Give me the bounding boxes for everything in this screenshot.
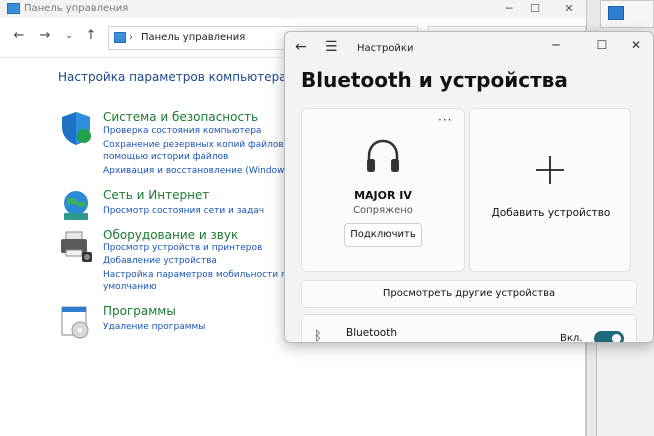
category-link[interactable]: Архивация и восстановление (Windows 7) bbox=[103, 165, 301, 177]
cp-title-bar: Панель управления ─ ☐ ✕ bbox=[0, 0, 586, 18]
category-title[interactable]: Оборудование и звук bbox=[103, 228, 238, 242]
category-link[interactable]: Просмотр устройств и принтеров bbox=[103, 242, 262, 254]
globe-icon bbox=[64, 191, 88, 220]
back-arrow-icon[interactable]: ← bbox=[295, 39, 307, 55]
settings-window: ← ☰ Настройки ─ ☐ ✕ Bluetooth и устройст… bbox=[284, 31, 654, 343]
add-device-label: Добавить устройство bbox=[491, 207, 611, 219]
control-panel-icon bbox=[7, 3, 20, 14]
category-link[interactable]: помощью истории файлов bbox=[103, 151, 228, 163]
minimize-button[interactable]: ─ bbox=[541, 38, 571, 52]
headphones-icon bbox=[367, 139, 399, 172]
bluetooth-state: Вкл. bbox=[560, 333, 583, 343]
cp-window-title: Панель управления bbox=[24, 3, 129, 14]
more-options-icon[interactable]: ··· bbox=[438, 113, 452, 127]
forward-arrow-icon[interactable]: → bbox=[36, 28, 54, 43]
category-title[interactable]: Программы bbox=[103, 304, 176, 318]
close-button[interactable]: ✕ bbox=[621, 38, 651, 52]
back-arrow-icon[interactable]: ← bbox=[10, 28, 28, 43]
bluetooth-toggle[interactable] bbox=[594, 331, 624, 342]
category-link[interactable]: Добавление устройства bbox=[103, 255, 217, 267]
connect-button[interactable]: Подключить bbox=[344, 223, 422, 247]
plus-icon bbox=[536, 156, 564, 184]
category-title[interactable]: Система и безопасность bbox=[103, 110, 258, 124]
category-link[interactable]: Удаление программы bbox=[103, 321, 205, 333]
device-card[interactable]: ··· MAJOR IV Сопряжено Подключить bbox=[301, 108, 465, 272]
cp-page-heading: Настройка параметров компьютера bbox=[58, 70, 287, 84]
breadcrumb-chevron-icon: › bbox=[129, 32, 133, 43]
address-panel-icon bbox=[114, 32, 126, 43]
bluetooth-label: Bluetooth bbox=[346, 327, 397, 339]
app-icon[interactable] bbox=[608, 6, 624, 20]
chevron-down-icon[interactable]: ⌄ bbox=[60, 31, 78, 41]
settings-app-name: Настройки bbox=[357, 43, 414, 54]
page-title: Bluetooth и устройства bbox=[301, 68, 568, 92]
category-link[interactable]: Проверка состояния компьютера bbox=[103, 125, 261, 137]
category-link[interactable]: умолчанию bbox=[103, 281, 157, 293]
settings-title-bar: ← ☰ Настройки ─ ☐ ✕ bbox=[285, 32, 653, 64]
maximize-button[interactable]: ☐ bbox=[587, 38, 617, 52]
category-link[interactable]: Просмотр состояния сети и задач bbox=[103, 205, 264, 217]
hamburger-menu-icon[interactable]: ☰ bbox=[325, 39, 338, 55]
address-text: Панель управления bbox=[141, 32, 246, 43]
bluetooth-icon: ᛒ bbox=[314, 329, 322, 343]
view-more-devices-button[interactable]: Просмотреть другие устройства bbox=[301, 280, 637, 308]
shield-icon bbox=[62, 112, 91, 145]
programs-icon bbox=[61, 306, 89, 339]
device-name: MAJOR IV bbox=[354, 189, 412, 202]
add-device-card[interactable]: Добавить устройство bbox=[469, 108, 631, 272]
device-status: Сопряжено bbox=[353, 205, 413, 216]
printer-icon bbox=[61, 231, 92, 262]
bluetooth-row: ᛒ Bluetooth Вкл. bbox=[301, 314, 637, 343]
category-link[interactable]: Настройка параметров мобильности по bbox=[103, 269, 292, 281]
category-link[interactable]: Сохранение резервных копий файлов с bbox=[103, 139, 291, 151]
up-arrow-icon[interactable]: ↑ bbox=[82, 28, 100, 43]
category-title[interactable]: Сеть и Интернет bbox=[103, 188, 209, 202]
